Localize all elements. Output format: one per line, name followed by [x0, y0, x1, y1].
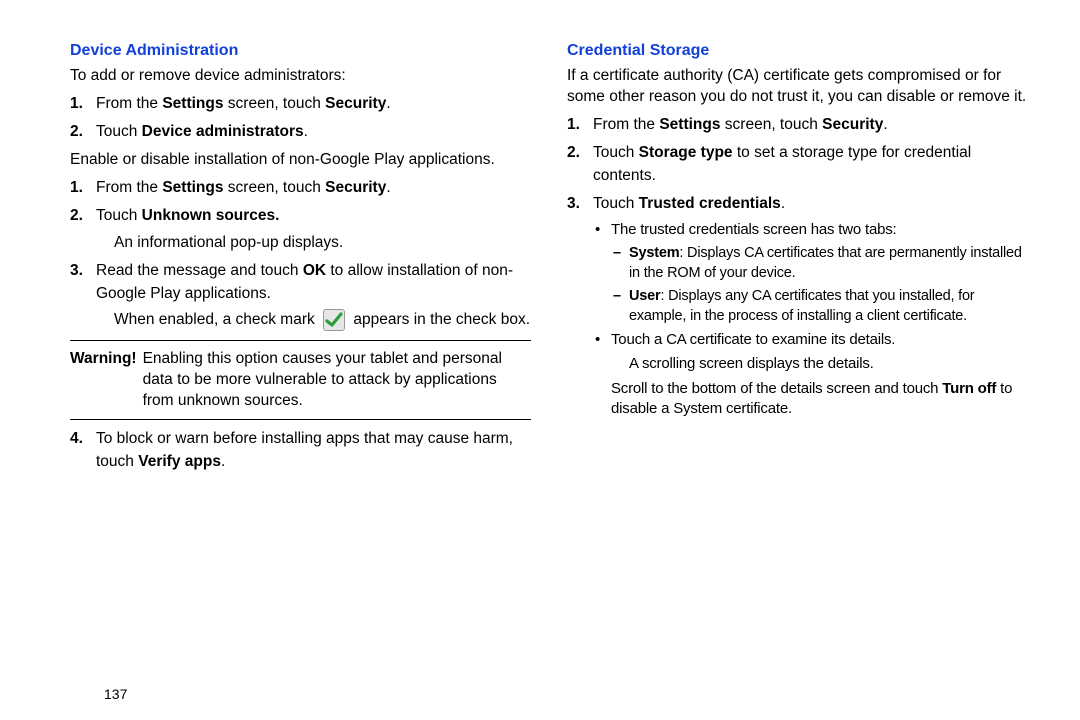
step-item: 2.Touch Storage type to set a storage ty… — [567, 142, 1028, 187]
step-item: 1.From the Settings screen, touch Securi… — [70, 177, 531, 199]
steps-list-r: 1.From the Settings screen, touch Securi… — [567, 114, 1028, 419]
bullet-item: Touch a CA certificate to examine its de… — [593, 330, 1028, 419]
left-column: Device Administration To add or remove d… — [70, 42, 531, 720]
intro-text: To add or remove device administrators: — [70, 66, 531, 87]
step-item: 2.Touch Device administrators. — [70, 121, 531, 143]
bullet-list: The trusted credentials screen has two t… — [593, 220, 1028, 420]
bullet-item: The trusted credentials screen has two t… — [593, 220, 1028, 327]
manual-page: Device Administration To add or remove d… — [0, 0, 1080, 720]
step-item: 4.To block or warn before installing app… — [70, 428, 531, 473]
divider — [70, 419, 531, 420]
warning-text: Enabling this option causes your tablet … — [143, 349, 531, 412]
intro-text-2: Enable or disable installation of non-Go… — [70, 150, 531, 171]
dash-item: User: Displays any CA certificates that … — [611, 287, 1028, 326]
dash-list: System: Displays CA certificates that ar… — [611, 244, 1028, 326]
steps-list-a: 1.From the Settings screen, touch Securi… — [70, 93, 531, 144]
heading-device-admin: Device Administration — [70, 42, 531, 60]
step-item: 1.From the Settings screen, touch Securi… — [567, 114, 1028, 136]
intro-text: If a certificate authority (CA) certific… — [567, 66, 1028, 108]
step-item: 3.Touch Trusted credentials. The trusted… — [567, 193, 1028, 419]
dash-item: System: Displays CA certificates that ar… — [611, 244, 1028, 283]
step-item: 2.Touch Unknown sources.An informational… — [70, 205, 531, 254]
warning-block: Warning! Enabling this option causes you… — [70, 349, 531, 412]
steps-list-b: 1.From the Settings screen, touch Securi… — [70, 177, 531, 332]
steps-list-c: 4.To block or warn before installing app… — [70, 428, 531, 473]
step-item: 3.Read the message and touch OK to allow… — [70, 260, 531, 332]
sub-text: A scrolling screen displays the details. — [611, 354, 1028, 374]
page-number: 137 — [104, 686, 127, 702]
right-column: Credential Storage If a certificate auth… — [567, 42, 1028, 720]
divider — [70, 340, 531, 341]
step-item: 1.From the Settings screen, touch Securi… — [70, 93, 531, 115]
checkmark-icon — [323, 309, 345, 331]
scroll-text: Scroll to the bottom of the details scre… — [611, 379, 1028, 420]
checkmark-line: When enabled, a check mark appears in th… — [96, 309, 531, 332]
heading-credential-storage: Credential Storage — [567, 42, 1028, 60]
warning-label: Warning! — [70, 349, 137, 412]
